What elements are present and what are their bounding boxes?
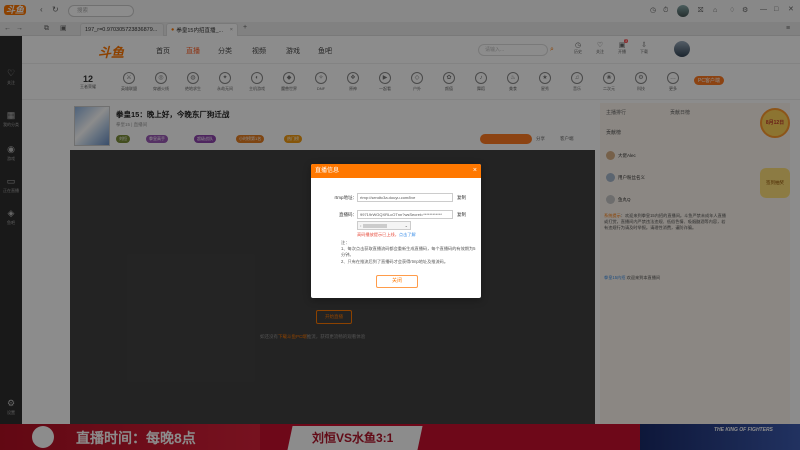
rtmp-label: rtmp地址： [334, 195, 358, 200]
copy-rtmp-button[interactable]: 复制 [457, 195, 466, 201]
note-2: 2、只有在推流后到了直播码才会获得rtmp地址及推流码。 [341, 259, 449, 264]
stream-code-field[interactable]: 99719rWGQXRLcOTnn?wsSecret=************ [357, 210, 453, 219]
modal-title: 直播信息 [315, 168, 340, 174]
rtmp-url-field[interactable]: rtmp://sendtc3a.douyu.com/live [357, 193, 453, 202]
stream-code-label: 直播码： [339, 212, 357, 217]
chevron-down-icon: ⌄ [404, 223, 408, 228]
stream-select[interactable]: • ⌄ [357, 221, 411, 230]
copy-stream-button[interactable]: 复制 [457, 212, 466, 218]
close-icon[interactable]: × [473, 164, 477, 178]
note-1: 1、每次点击获取直播流码都会重新生成直播码，每个直播码的有效期为5分钟。 [341, 246, 476, 257]
modal-header: 直播信息 × [311, 164, 481, 178]
modal-close-button[interactable]: 关闭 [376, 275, 418, 288]
warn-line: 高码播放提示已上线，点击了解 [357, 232, 416, 237]
live-info-modal: 直播信息 × rtmp地址： rtmp://sendtc3a.douyu.com… [311, 164, 481, 298]
learn-more-link[interactable]: 点击了解 [399, 232, 416, 237]
